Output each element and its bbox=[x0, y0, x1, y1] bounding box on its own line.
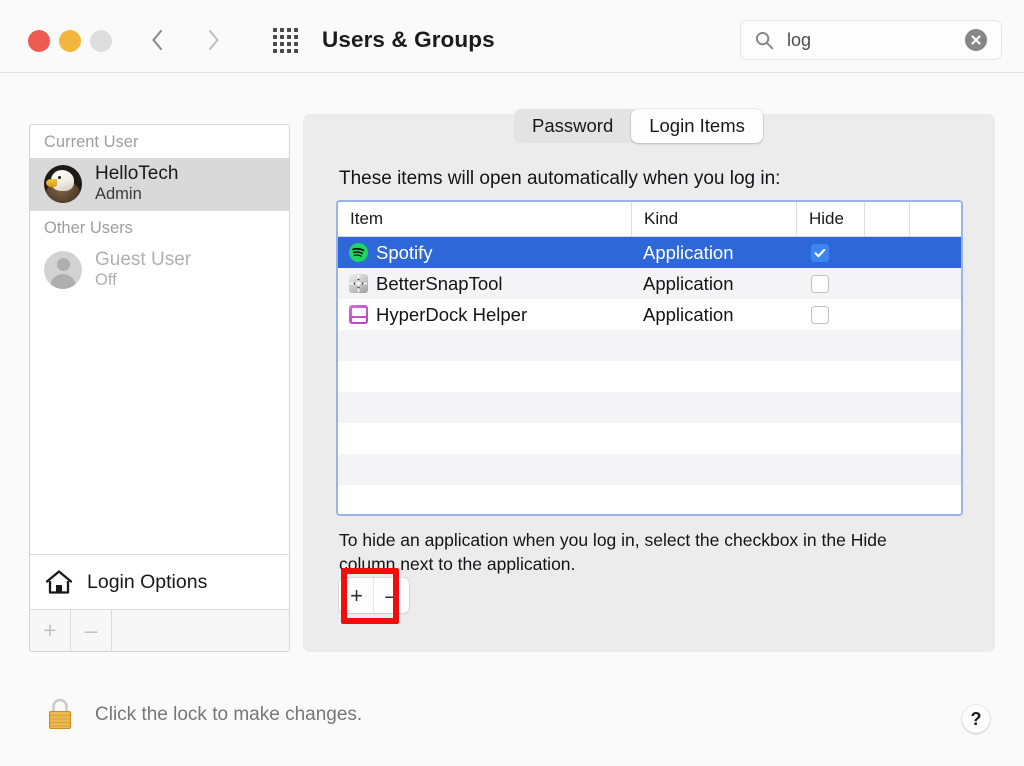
grid-dot bbox=[293, 41, 298, 46]
forward-button[interactable] bbox=[196, 20, 230, 60]
grid-dot bbox=[279, 27, 284, 32]
avatar-guest-user bbox=[44, 251, 82, 289]
cell-item: BetterSnapTool bbox=[338, 273, 631, 295]
back-button[interactable] bbox=[140, 20, 174, 60]
search-input-value[interactable]: log bbox=[787, 30, 965, 51]
grid-dot bbox=[279, 34, 284, 39]
grid-dot bbox=[293, 48, 298, 53]
search-field[interactable]: log bbox=[740, 20, 1002, 60]
grid-dot bbox=[272, 41, 277, 46]
grid-dot bbox=[286, 34, 291, 39]
users-sidebar: Current User HelloTech Admin Other Users… bbox=[29, 124, 290, 652]
table-row[interactable]: BetterSnapTool Application bbox=[338, 268, 961, 299]
minimize-window-button[interactable] bbox=[59, 30, 81, 52]
column-header-kind[interactable]: Kind bbox=[631, 202, 796, 236]
table-empty-row[interactable] bbox=[338, 361, 961, 392]
locked-padlock-icon bbox=[48, 698, 72, 730]
grid-dot bbox=[279, 48, 284, 53]
sidebar-footer-spacer bbox=[112, 610, 289, 651]
preference-tabs: Password Login Items bbox=[514, 109, 763, 143]
grid-dot bbox=[272, 27, 277, 32]
cell-hide bbox=[796, 274, 864, 293]
user-role-guest: Off bbox=[95, 271, 117, 290]
login-items-table[interactable]: Item Kind Hide Spotify Application Bette… bbox=[336, 200, 963, 516]
bettersnaptool-app-icon bbox=[349, 274, 368, 293]
cell-item: HyperDock Helper bbox=[338, 304, 631, 326]
title-bar: Users & Groups log bbox=[0, 0, 1024, 73]
grid-dot bbox=[272, 34, 277, 39]
spotify-app-icon bbox=[349, 243, 368, 262]
remove-user-button[interactable]: – bbox=[71, 610, 112, 651]
column-header-item[interactable]: Item bbox=[338, 202, 631, 236]
remove-login-item-button[interactable]: – bbox=[374, 578, 409, 613]
hide-checkbox[interactable] bbox=[811, 305, 829, 324]
cell-hide bbox=[796, 243, 864, 262]
show-all-preferences-button[interactable] bbox=[268, 26, 302, 54]
cell-item: Spotify bbox=[338, 242, 631, 264]
traffic-light-controls bbox=[28, 30, 112, 52]
search-icon bbox=[755, 31, 774, 49]
sidebar-group-header-other-users: Other Users bbox=[30, 211, 289, 244]
grid-dot bbox=[286, 27, 291, 32]
table-empty-row[interactable] bbox=[338, 392, 961, 423]
grid-dot bbox=[286, 41, 291, 46]
help-button[interactable]: ? bbox=[962, 705, 990, 733]
hide-column-hint: To hide an application when you log in, … bbox=[339, 530, 887, 575]
home-icon bbox=[45, 570, 73, 594]
add-user-button[interactable]: + bbox=[30, 610, 71, 651]
sidebar-item-login-options[interactable]: Login Options bbox=[30, 554, 289, 609]
cell-hide bbox=[796, 305, 864, 324]
grid-dot bbox=[279, 41, 284, 46]
user-name-hellotech: HelloTech bbox=[95, 163, 179, 185]
zoom-window-button bbox=[90, 30, 112, 52]
user-role-hellotech: Admin bbox=[95, 185, 142, 204]
hide-checkbox[interactable] bbox=[811, 243, 829, 262]
column-header-spacer-1 bbox=[864, 202, 909, 236]
login-items-panel: Password Login Items These items will op… bbox=[303, 109, 995, 652]
panel-intro-text: These items will open automatically when… bbox=[339, 168, 781, 189]
hyperdock-app-icon bbox=[349, 305, 368, 324]
tab-login-items[interactable]: Login Items bbox=[631, 109, 763, 143]
item-name: BetterSnapTool bbox=[376, 272, 503, 294]
sidebar-item-hellotech[interactable]: HelloTech Admin bbox=[30, 158, 289, 210]
chevron-left-icon bbox=[151, 29, 162, 51]
table-empty-row[interactable] bbox=[338, 485, 961, 514]
column-header-hide[interactable]: Hide bbox=[796, 202, 864, 236]
column-header-spacer-2 bbox=[909, 202, 961, 236]
table-empty-row[interactable] bbox=[338, 454, 961, 485]
avatar-hellotech bbox=[44, 165, 82, 203]
table-empty-row[interactable] bbox=[338, 330, 961, 361]
table-row[interactable]: Spotify Application bbox=[338, 237, 961, 268]
lock-area[interactable]: Click the lock to make changes. bbox=[43, 695, 362, 735]
grid-dot bbox=[293, 34, 298, 39]
login-options-label: Login Options bbox=[87, 570, 208, 593]
grid-dot bbox=[293, 27, 298, 32]
sidebar-item-guest-user[interactable]: Guest User Off bbox=[30, 244, 289, 296]
chevron-right-icon bbox=[208, 29, 219, 51]
grid-dot bbox=[272, 48, 277, 53]
hide-checkbox[interactable] bbox=[811, 274, 829, 293]
clear-search-button[interactable] bbox=[965, 29, 987, 51]
checkmark-icon bbox=[814, 248, 826, 257]
sidebar-group-header-current-user: Current User bbox=[30, 125, 289, 158]
cell-kind: Application bbox=[643, 241, 734, 263]
cell-kind: Application bbox=[643, 303, 734, 325]
add-login-item-button[interactable]: + bbox=[339, 578, 374, 613]
user-name-guest: Guest User bbox=[95, 249, 192, 271]
window-title: Users & Groups bbox=[322, 27, 495, 52]
system-preferences-window: Users & Groups log Current User HelloTec… bbox=[0, 0, 1024, 766]
table-empty-row[interactable] bbox=[338, 423, 961, 454]
grid-dot bbox=[286, 48, 291, 53]
sidebar-footer-toolbar: + – bbox=[30, 609, 289, 651]
lock-message: Click the lock to make changes. bbox=[95, 704, 363, 725]
item-name: Spotify bbox=[376, 241, 433, 263]
tab-password[interactable]: Password bbox=[514, 109, 631, 143]
item-name: HyperDock Helper bbox=[376, 303, 528, 325]
cell-kind: Application bbox=[643, 272, 734, 294]
table-row[interactable]: HyperDock Helper Application bbox=[338, 299, 961, 330]
close-icon bbox=[971, 35, 981, 45]
table-header-row: Item Kind Hide bbox=[338, 202, 961, 237]
close-window-button[interactable] bbox=[28, 30, 50, 52]
login-items-add-remove-group: + – bbox=[339, 578, 409, 613]
